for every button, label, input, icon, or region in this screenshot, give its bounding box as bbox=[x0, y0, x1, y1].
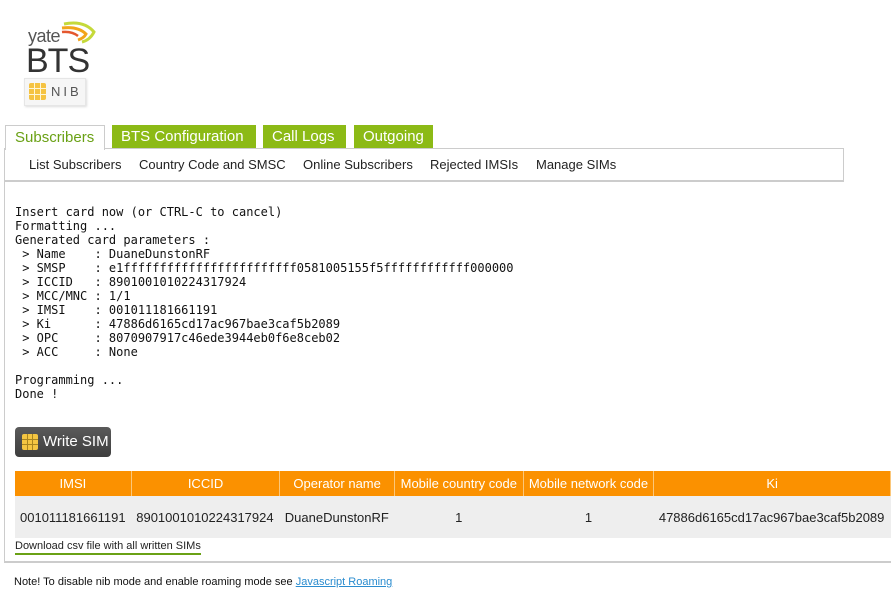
yatebts-nib-logo: yate BTS NIB bbox=[22, 16, 98, 106]
submenu-manage-sims[interactable]: Manage SIMs bbox=[536, 157, 616, 172]
logo-bts-text: BTS bbox=[26, 42, 90, 80]
column-header-imsi: IMSI bbox=[15, 471, 132, 496]
tab-outgoing[interactable]: Outgoing bbox=[354, 125, 433, 149]
roaming-note: Note! To disable nib mode and enable roa… bbox=[14, 576, 392, 588]
sim-chip-icon bbox=[29, 83, 46, 100]
cell-iccid: 8901001010224317924 bbox=[131, 496, 280, 538]
download-csv-link[interactable]: Download csv file with all written SIMs bbox=[15, 540, 201, 555]
write-sim-button[interactable]: Write SIM bbox=[15, 427, 111, 457]
cell-ki: 47886d6165cd17ac967bae3caf5b2089 bbox=[653, 496, 891, 538]
cell-mcc: 1 bbox=[394, 496, 524, 538]
column-header-iccid: ICCID bbox=[131, 471, 281, 496]
table-header-row: IMSI ICCID Operator name Mobile country … bbox=[15, 471, 891, 496]
tab-call-logs[interactable]: Call Logs bbox=[263, 125, 346, 149]
table-row: 001011181661191 8901001010224317924 Duan… bbox=[15, 496, 891, 538]
subscribers-submenu: List Subscribers Country Code and SMSC O… bbox=[4, 148, 844, 182]
column-header-mcc: Mobile country code bbox=[394, 471, 524, 496]
sim-programming-output: Insert card now (or CTRL-C to cancel) Fo… bbox=[15, 205, 514, 401]
submenu-country-code-smsc[interactable]: Country Code and SMSC bbox=[139, 157, 286, 172]
write-sim-label: Write SIM bbox=[43, 433, 109, 450]
column-header-operator-name: Operator name bbox=[279, 471, 396, 496]
submenu-list-subscribers[interactable]: List Subscribers bbox=[29, 157, 121, 172]
cell-mnc: 1 bbox=[523, 496, 654, 538]
note-text: Note! To disable nib mode and enable roa… bbox=[14, 576, 296, 588]
written-sims-table: IMSI ICCID Operator name Mobile country … bbox=[15, 471, 891, 538]
nib-badge: NIB bbox=[24, 78, 86, 106]
submenu-rejected-imsis[interactable]: Rejected IMSIs bbox=[430, 157, 518, 172]
cell-imsi: 001011181661191 bbox=[15, 496, 132, 538]
column-header-ki: Ki bbox=[653, 471, 891, 496]
column-header-mnc: Mobile network code bbox=[523, 471, 655, 496]
javascript-roaming-link[interactable]: Javascript Roaming bbox=[296, 576, 393, 588]
sim-card-icon bbox=[22, 434, 38, 450]
tab-subscribers[interactable]: Subscribers bbox=[5, 125, 105, 150]
cell-operator-name: DuaneDunstonRF bbox=[279, 496, 395, 538]
submenu-online-subscribers[interactable]: Online Subscribers bbox=[303, 157, 413, 172]
nib-badge-text: NIB bbox=[51, 84, 82, 99]
tab-bts-configuration[interactable]: BTS Configuration bbox=[112, 125, 256, 149]
